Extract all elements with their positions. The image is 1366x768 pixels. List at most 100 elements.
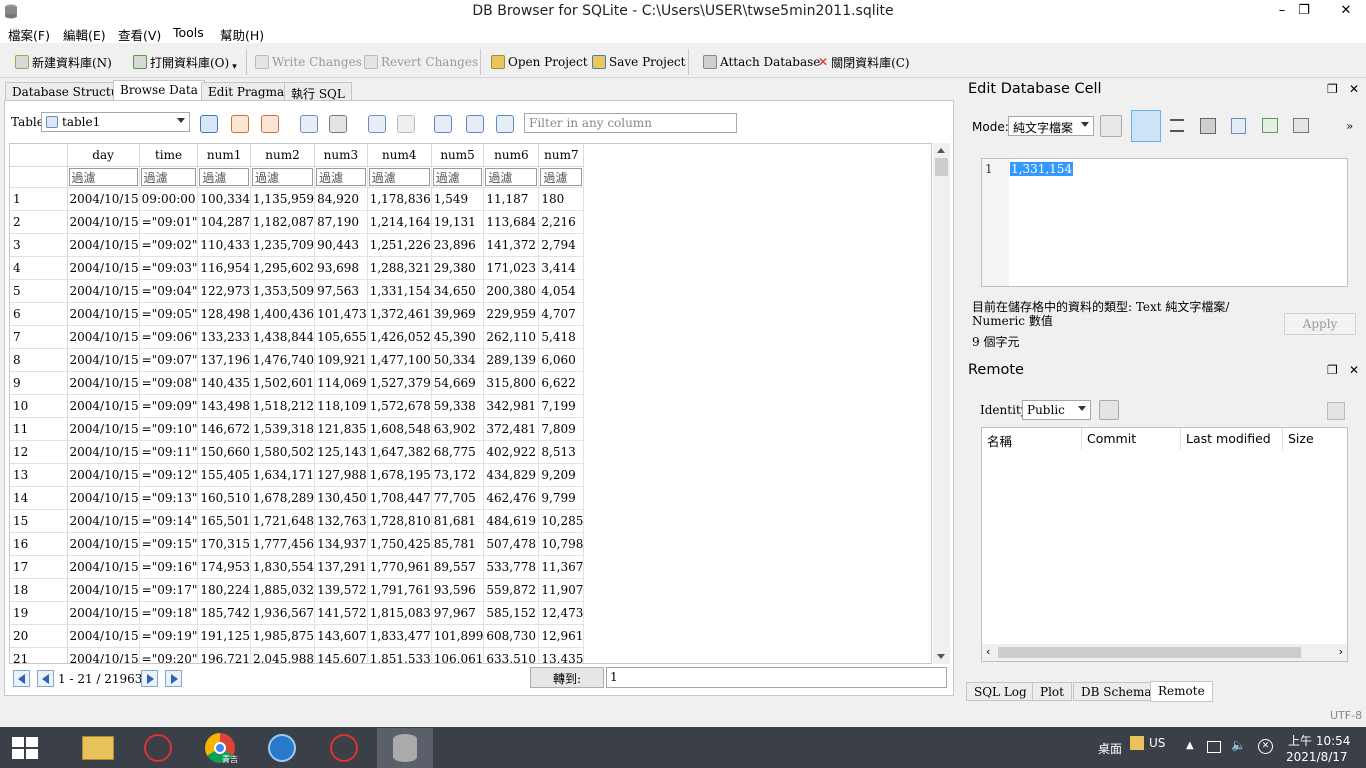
row-header[interactable]: 20 — [10, 624, 68, 648]
table-cell[interactable]: 114,069 — [314, 371, 368, 395]
table-cell[interactable]: ="09:08" — [139, 371, 199, 395]
row-header[interactable]: 14 — [10, 486, 68, 510]
table-cell[interactable]: 128,498 — [197, 302, 251, 326]
table-row[interactable]: 5 2004/10/15 ="09:04" 122,973 1,353,509 97,56… — [10, 279, 585, 303]
table-cell[interactable]: 1,502,601 — [250, 371, 316, 395]
table-cell[interactable]: 180 — [538, 187, 585, 211]
table-cell[interactable]: 585,152 — [483, 601, 540, 625]
filter-input[interactable]: 過濾 — [540, 167, 583, 186]
table-cell[interactable]: ="09:20" — [139, 647, 199, 663]
table-cell[interactable]: 11,907 — [538, 578, 585, 602]
table-cell[interactable]: 6,622 — [538, 371, 585, 395]
table-cell[interactable]: ="09:02" — [139, 233, 199, 257]
table-cell[interactable]: 122,973 — [197, 279, 251, 303]
table-cell[interactable]: 2004/10/15 — [67, 532, 140, 556]
table-cell[interactable]: 2004/10/15 — [67, 210, 140, 234]
table-cell[interactable]: 2004/10/15 — [67, 302, 140, 326]
row-header[interactable]: 3 — [10, 233, 68, 257]
table-cell[interactable]: 2,216 — [538, 210, 585, 234]
export-icon[interactable] — [1231, 118, 1246, 134]
table-cell[interactable]: 372,481 — [483, 417, 540, 441]
row-header[interactable]: 11 — [10, 417, 68, 441]
delete-record-icon[interactable] — [397, 115, 415, 133]
volume-icon[interactable]: 🔈 — [1231, 738, 1246, 752]
table-cell[interactable]: 89,557 — [431, 555, 485, 579]
table-cell[interactable]: 1,353,509 — [250, 279, 316, 303]
new-database-button[interactable]: 新建資料庫(N) — [15, 53, 112, 71]
text-format-icon[interactable] — [496, 115, 514, 133]
column-header[interactable]: num5 — [431, 144, 485, 167]
table-cell[interactable]: ="09:04" — [139, 279, 199, 303]
table-cell[interactable]: 434,829 — [483, 463, 540, 487]
table-cell[interactable]: 1,572,678 — [367, 394, 432, 418]
menu-tools[interactable]: Tools — [173, 25, 204, 40]
column-header[interactable]: num2 — [250, 144, 316, 167]
column-header[interactable]: 名稱 — [982, 428, 1082, 450]
column-filter[interactable]: 過濾 — [250, 166, 316, 188]
table-cell[interactable]: ="09:09" — [139, 394, 199, 418]
vertical-scrollbar[interactable] — [933, 143, 950, 664]
row-header[interactable]: 17 — [10, 555, 68, 579]
table-cell[interactable]: 6,060 — [538, 348, 585, 372]
table-cell[interactable]: 87,190 — [314, 210, 368, 234]
tab-db-schema[interactable]: DB Schema — [1073, 682, 1160, 701]
table-cell[interactable]: 1,647,382 — [367, 440, 432, 464]
table-cell[interactable]: 45,390 — [431, 325, 485, 349]
table-cell[interactable]: 110,433 — [197, 233, 251, 257]
more-options-icon[interactable]: » — [1346, 119, 1353, 133]
show-hidden-icons-icon[interactable]: ▲ — [1186, 740, 1194, 751]
clear-filters-icon[interactable] — [231, 115, 249, 133]
table-cell[interactable]: 1,634,171 — [250, 463, 316, 487]
row-header[interactable]: 19 — [10, 601, 68, 625]
table-cell[interactable]: 118,109 — [314, 394, 368, 418]
table-cell[interactable]: 93,698 — [314, 256, 368, 280]
row-header[interactable]: 9 — [10, 371, 68, 395]
table-cell[interactable]: 11,187 — [483, 187, 540, 211]
table-cell[interactable]: 5,418 — [538, 325, 585, 349]
table-cell[interactable]: 1,833,477 — [367, 624, 432, 648]
table-cell[interactable]: 2004/10/15 — [67, 463, 140, 487]
desktop-toolbar[interactable]: 桌面 — [1098, 740, 1122, 757]
table-cell[interactable]: 106,061 — [431, 647, 485, 663]
table-cell[interactable]: 507,478 — [483, 532, 540, 556]
table-cell[interactable]: 143,498 — [197, 394, 251, 418]
close-dock-icon[interactable]: ✕ — [1349, 363, 1359, 377]
tab-plot[interactable]: Plot — [1032, 682, 1072, 701]
dropdown-arrow-icon[interactable]: ▾ — [232, 62, 237, 72]
filter-input[interactable]: 過濾 — [140, 167, 197, 186]
print-icon[interactable] — [329, 115, 347, 133]
table-cell[interactable]: 1,728,810 — [367, 509, 432, 533]
chrome-icon[interactable]: 青吉 — [192, 728, 248, 768]
table-cell[interactable]: 185,742 — [197, 601, 251, 625]
web-app-icon[interactable] — [130, 728, 186, 768]
table-cell[interactable]: 34,650 — [431, 279, 485, 303]
table-cell[interactable]: 196,721 — [197, 647, 251, 663]
tab-browse-data[interactable]: Browse Data — [113, 80, 205, 101]
table-row[interactable]: 2 2004/10/15 ="09:01" 104,287 1,182,087 87,19… — [10, 210, 585, 234]
indent-icon[interactable] — [1170, 119, 1184, 132]
table-cell[interactable]: 7,809 — [538, 417, 585, 441]
scroll-up-icon[interactable] — [937, 148, 945, 153]
table-row[interactable]: 9 2004/10/15 ="09:08" 140,435 1,502,601 114,0… — [10, 371, 585, 395]
table-row[interactable]: 3 2004/10/15 ="09:02" 110,433 1,235,709 90,44… — [10, 233, 585, 257]
table-cell[interactable]: 484,619 — [483, 509, 540, 533]
browser-icon[interactable] — [254, 728, 310, 768]
tab-remote[interactable]: Remote — [1150, 681, 1213, 702]
column-filter[interactable]: 過濾 — [483, 166, 540, 188]
table-cell[interactable]: 141,572 — [314, 601, 368, 625]
clear-sorting-icon[interactable] — [261, 115, 279, 133]
row-header[interactable]: 15 — [10, 509, 68, 533]
table-cell[interactable]: 2004/10/15 — [67, 578, 140, 602]
table-cell[interactable]: ="09:12" — [139, 463, 199, 487]
find-replace-icon[interactable] — [466, 115, 484, 133]
table-cell[interactable]: 137,291 — [314, 555, 368, 579]
filter-input[interactable]: 過濾 — [251, 167, 314, 186]
table-cell[interactable]: 1,770,961 — [367, 555, 432, 579]
table-cell[interactable]: 462,476 — [483, 486, 540, 510]
table-cell[interactable]: 141,372 — [483, 233, 540, 257]
apply-button[interactable]: Apply — [1284, 313, 1356, 335]
table-cell[interactable]: 139,572 — [314, 578, 368, 602]
row-header[interactable]: 6 — [10, 302, 68, 326]
row-header[interactable]: 12 — [10, 440, 68, 464]
column-header[interactable]: num7 — [538, 144, 585, 167]
